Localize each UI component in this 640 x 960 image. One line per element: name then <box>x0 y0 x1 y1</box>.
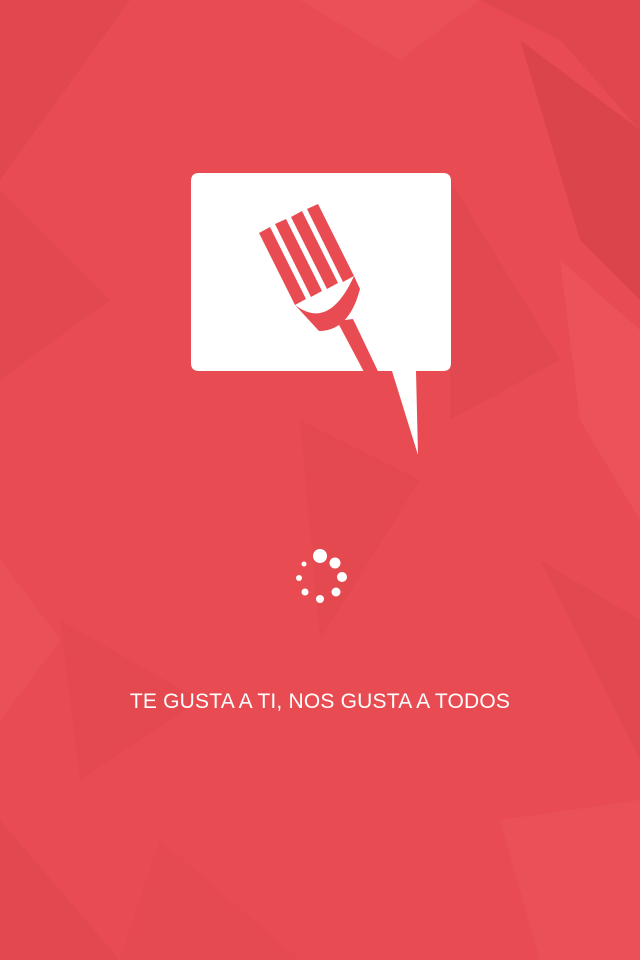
brand-name: FOODRANK <box>190 380 336 408</box>
tagline: TE GUSTA A TI, NOS GUSTA A TODOS <box>129 690 511 713</box>
loading-spinner-icon <box>296 549 347 603</box>
background-triangles <box>0 0 640 960</box>
fork-speech-bubble-icon <box>191 173 451 455</box>
